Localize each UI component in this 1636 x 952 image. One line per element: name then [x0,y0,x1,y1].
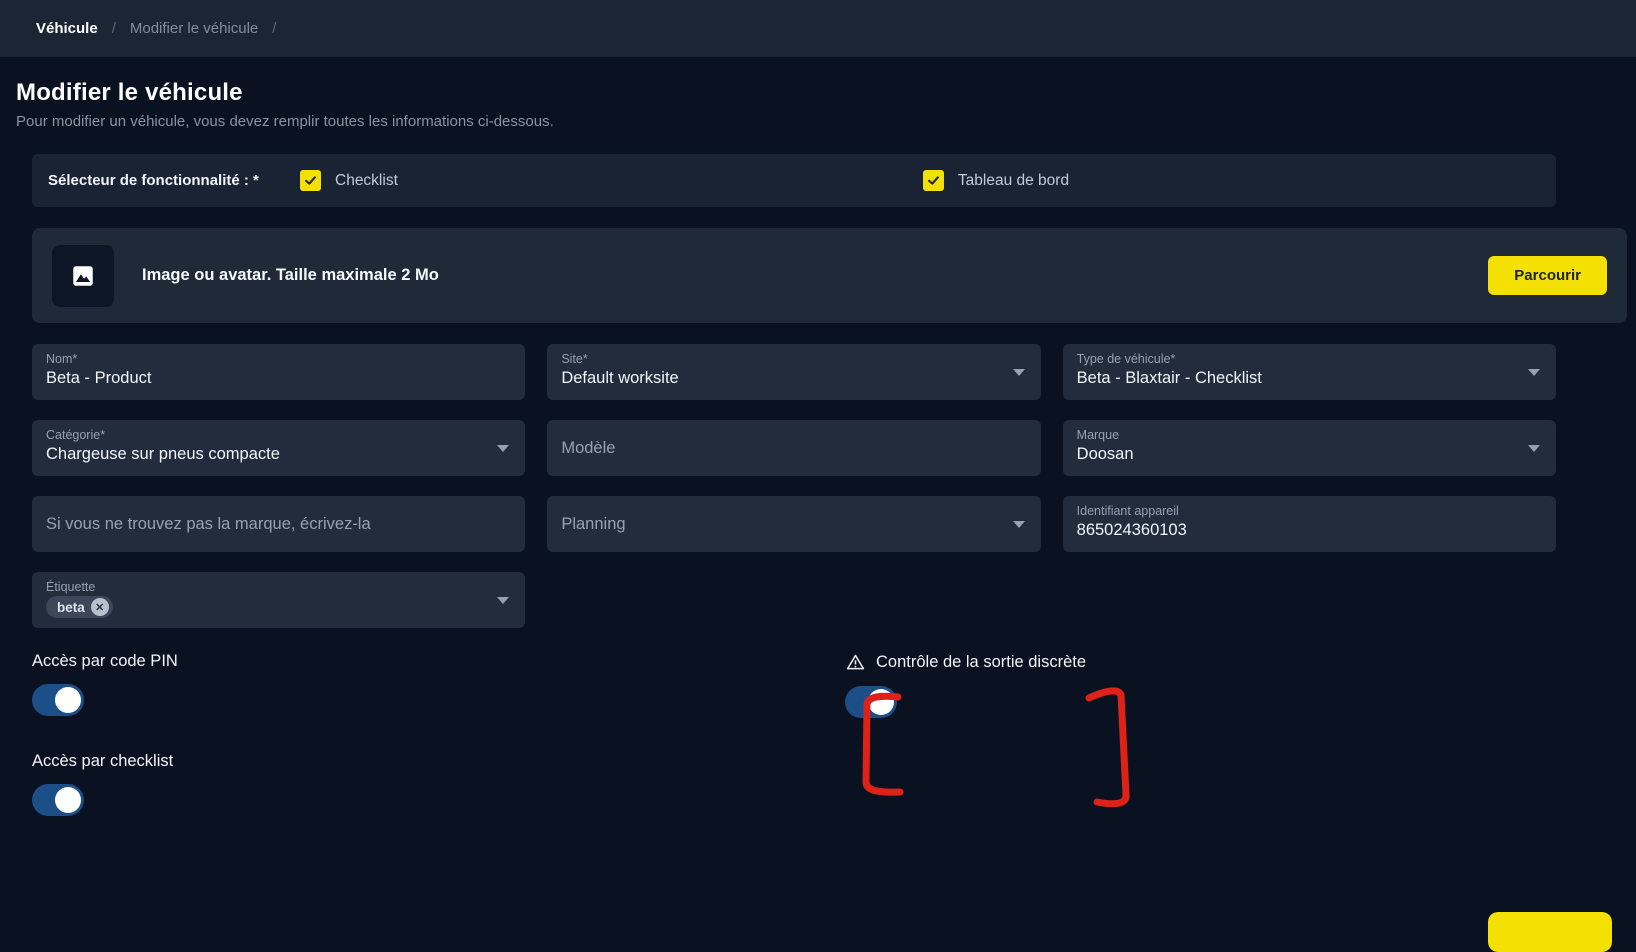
page-title: Modifier le véhicule [16,79,1620,107]
field-placeholder: Si vous ne trouvez pas la marque, écrive… [46,515,371,534]
image-upload-dropzone[interactable] [52,245,114,307]
vehicle-form: Nom* Beta - Product Site* Default worksi… [32,344,1556,628]
field-value: Beta - Blaxtair - Checklist [1077,369,1520,388]
image-upload-panel: Image ou avatar. Taille maximale 2 Mo Pa… [32,228,1627,323]
tag-chip-label: beta [57,600,85,615]
pin-access-label: Accès par code PIN [32,652,1636,671]
checklist-access-label: Accès par checklist [32,752,1636,771]
model-input[interactable]: Modèle [547,420,1040,476]
checklist-access-group: Accès par checklist [32,752,1636,816]
checkbox-label: Tableau de bord [958,172,1069,190]
toggle-knob [55,687,81,713]
field-value: Chargeuse sur pneus compacte [46,445,489,464]
field-label: Site* [561,352,1004,366]
planning-select[interactable]: Planning [547,496,1040,552]
feature-selector-bar: Sélecteur de fonctionnalité : * Checklis… [32,154,1556,207]
field-value: Beta - Product [46,369,489,388]
field-label: Identifiant appareil [1077,504,1520,518]
discrete-output-toggle[interactable] [845,686,897,718]
breadcrumb-separator: / [112,20,116,37]
checkbox-option-tableau-de-bord[interactable]: Tableau de bord [923,170,1069,191]
chevron-down-icon [1013,369,1025,376]
brand-select[interactable]: Marque Doosan [1063,420,1556,476]
browse-button[interactable]: Parcourir [1488,256,1607,295]
chevron-down-icon [497,597,509,604]
field-value: 865024360103 [1077,521,1520,540]
toggle-knob [868,689,894,715]
custom-brand-input[interactable]: Si vous ne trouvez pas la marque, écrive… [32,496,525,552]
breadcrumb: Véhicule / Modifier le véhicule / [0,0,1636,57]
breadcrumb-item-modifier[interactable]: Modifier le véhicule [130,20,258,37]
field-label: Catégorie* [46,428,489,442]
field-value: Doosan [1077,445,1520,464]
chevron-down-icon [1528,369,1540,376]
category-select[interactable]: Catégorie* Chargeuse sur pneus compacte [32,420,525,476]
discrete-output-label: Contrôle de la sortie discrète [876,653,1086,672]
pin-access-toggle[interactable] [32,684,84,716]
field-label: Type de véhicule* [1077,352,1520,366]
checkbox-checklist[interactable] [300,170,321,191]
image-icon [70,263,96,289]
breadcrumb-separator: / [272,20,276,37]
checkbox-label: Checklist [335,172,398,190]
checkbox-tableau-de-bord[interactable] [923,170,944,191]
chevron-down-icon [1528,445,1540,452]
device-id-field[interactable]: Identifiant appareil 865024360103 [1063,496,1556,552]
discrete-output-group: Contrôle de la sortie discrète [845,652,1086,718]
vehicle-type-select[interactable]: Type de véhicule* Beta - Blaxtair - Chec… [1063,344,1556,400]
field-value: Default worksite [561,369,1004,388]
field-placeholder: Modèle [561,439,615,458]
field-label: Nom* [46,352,489,366]
field-label: Marque [1077,428,1520,442]
toggle-knob [55,787,81,813]
upload-hint-text: Image ou avatar. Taille maximale 2 Mo [142,266,439,285]
name-field[interactable]: Nom* Beta - Product [32,344,525,400]
tag-chip[interactable]: beta ✕ [46,596,113,618]
checkbox-option-checklist[interactable]: Checklist [300,170,398,191]
close-icon[interactable]: ✕ [91,598,109,616]
field-placeholder: Planning [561,515,625,534]
chevron-down-icon [1013,521,1025,528]
page-subtitle: Pour modifier un véhicule, vous devez re… [16,113,1620,130]
chevron-down-icon [497,445,509,452]
tag-select[interactable]: Étiquette beta ✕ [32,572,525,628]
field-label: Étiquette [46,580,489,594]
breadcrumb-item-vehicule[interactable]: Véhicule [36,20,98,37]
check-icon [303,173,318,188]
check-icon [926,173,941,188]
access-toggles-section: Accès par code PIN Accès par checklist C… [32,652,1636,882]
site-select[interactable]: Site* Default worksite [547,344,1040,400]
checklist-access-toggle[interactable] [32,784,84,816]
page-header: Modifier le véhicule Pour modifier un vé… [0,57,1636,130]
save-button-partial[interactable] [1488,912,1612,952]
pin-access-group: Accès par code PIN [32,652,1636,716]
warning-triangle-icon [845,652,866,673]
feature-selector-label: Sélecteur de fonctionnalité : * [48,172,300,189]
